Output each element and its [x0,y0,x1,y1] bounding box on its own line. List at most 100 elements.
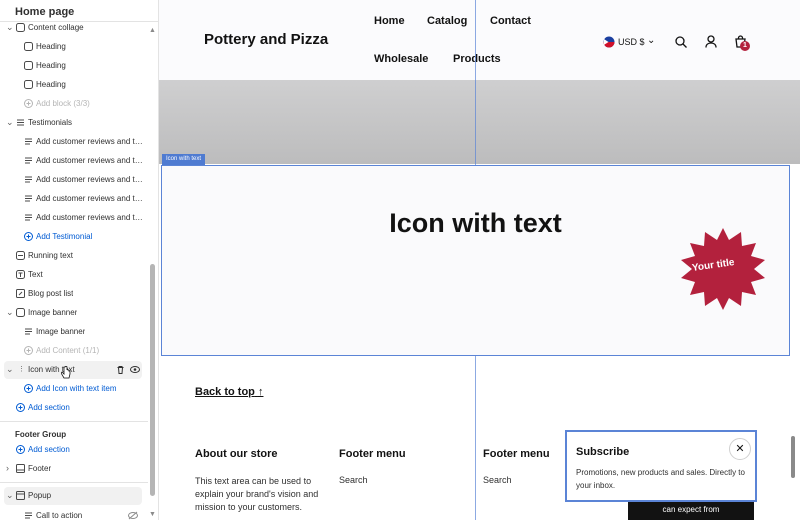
plus-circle-icon [16,403,25,412]
edit-icon [16,289,25,298]
text-lines-icon [25,157,32,164]
back-to-top-label: Back to top [195,386,255,398]
sidebar-item-running-text[interactable]: Running text [0,247,146,265]
text-lines-icon [25,138,32,145]
sidebar-block-call-to-action[interactable]: Call to action [0,507,146,520]
footer-search-link[interactable]: Search [483,474,512,487]
theme-preview: Pottery and Pizza Home Catalog Contact W… [159,0,800,520]
add-section-button[interactable]: Add section [0,399,146,417]
drag-handle-icon[interactable]: ⋮ [18,365,25,373]
sidebar-item-footer[interactable]: › Footer [0,460,146,478]
nav-link-catalog[interactable]: Catalog [427,15,467,27]
cart-count-badge: 1 [740,41,750,51]
sidebar-scrollbar[interactable] [150,264,155,496]
popup-cta-bar[interactable]: can expect from [628,502,754,520]
sidebar-block-review[interactable]: Add customer reviews and tes... [0,190,146,208]
image-icon [16,308,25,317]
sidebar-block-review[interactable]: Add customer reviews and tes... [0,133,146,151]
nav-link-home[interactable]: Home [374,15,405,27]
account-icon[interactable] [705,35,717,48]
sidebar-item-label: Add section [28,445,70,454]
sidebar-item-label: Add customer reviews and tes... [36,156,144,165]
sidebar-item-label: Popup [28,491,52,500]
sidebar-block-image-banner[interactable]: Image banner [0,323,146,341]
nav-link-contact[interactable]: Contact [490,15,531,27]
sidebar-item-image-banner[interactable]: ⌄ Image banner [0,304,146,322]
preview-scrollbar[interactable] [791,436,795,478]
close-icon[interactable]: ✕ [729,438,751,460]
back-to-top-link[interactable]: Back to top ↑ [195,386,263,398]
sidebar-block-heading[interactable]: Heading [0,38,146,56]
block-icon [24,80,33,89]
sidebar-item-text[interactable]: Text [0,266,146,284]
add-block-button: Add block (3/3) [0,95,146,113]
scroll-up-arrow-icon[interactable]: ▲ [149,27,156,34]
sidebar-item-label: Add customer reviews and tes... [36,213,144,222]
footer-about-text: This text area can be used to explain yo… [195,476,319,512]
popup-icon [16,491,25,500]
chevron-down-icon: ⌄ [647,35,656,46]
sidebar-block-heading[interactable]: Heading [0,57,146,75]
plus-circle-icon [24,232,33,241]
layout-icon [16,464,25,473]
sidebar-item-blog-post-list[interactable]: Blog post list [0,285,146,303]
sidebar-block-heading[interactable]: Heading [0,76,146,94]
sidebar-item-label: Add section [28,403,70,412]
popup-body: Promotions, new products and sales. Dire… [576,468,745,490]
sidebar-item-label: Add block (3/3) [36,99,90,108]
flag-icon [603,36,615,48]
chevron-down-icon[interactable]: ⌄ [6,22,14,33]
nav-link-products[interactable]: Products [453,53,501,65]
sidebar-item-label: Add Content (1/1) [36,346,100,355]
image-icon [16,23,25,32]
sidebar-item-label: Footer [28,464,52,473]
sidebar-block-review[interactable]: Add customer reviews and tes... [0,209,146,227]
sidebar-item-label: Add Icon with text item [36,384,117,393]
plus-circle-icon [24,346,33,355]
add-icon-with-text-item-button[interactable]: Add Icon with text item [0,380,146,398]
footer-add-section-button[interactable]: Add section [0,441,146,459]
sidebar-item-icon-with-text[interactable]: ⌄ ⋮ Icon with text [4,361,142,379]
image-banner[interactable] [159,33,800,164]
arrow-up-icon: ↑ [257,386,264,398]
text-lines-icon [25,328,32,335]
trash-icon[interactable] [116,365,125,374]
nav-link-wholesale[interactable]: Wholesale [374,53,428,65]
eye-icon[interactable] [130,365,140,374]
sidebar-item-label: Image banner [36,327,86,336]
search-icon[interactable] [675,36,687,48]
sidebar-item-label: Image banner [28,308,78,317]
footer-about-title: About our store [195,448,278,460]
sidebar-item-label: Add customer reviews and tes... [36,137,144,146]
add-testimonial-button[interactable]: Add Testimonial [0,228,146,246]
cta-text: can expect from [662,505,720,514]
page-title: Home page [15,6,75,18]
scroll-down-arrow-icon[interactable]: ▼ [149,511,156,518]
currency-selector[interactable]: USD $ ⌄ [603,35,661,49]
chevron-down-icon[interactable]: ⌄ [6,490,14,501]
sidebar-item-content-collage[interactable]: ⌄ Content collage [0,19,146,37]
chevron-right-icon[interactable]: › [6,463,9,473]
text-lines-icon [25,214,32,221]
list-icon [17,119,24,126]
text-lines-icon [25,512,32,519]
sidebar-item-testimonials[interactable]: ⌄ Testimonials [0,114,146,132]
sidebar-block-review[interactable]: Add customer reviews and tes... [0,171,146,189]
subscribe-popup[interactable]: Subscribe Promotions, new products and s… [565,430,757,502]
divider [0,421,148,422]
marquee-icon [16,251,25,260]
sidebar-item-label: Add customer reviews and tes... [36,194,144,203]
store-logo[interactable]: Pottery and Pizza [204,31,328,48]
chevron-down-icon[interactable]: ⌄ [6,364,14,375]
sidebar-item-label: Testimonials [28,118,73,127]
footer-menu-title: Footer menu [339,448,406,460]
sidebar-item-popup[interactable]: ⌄ Popup [4,487,142,505]
chevron-down-icon[interactable]: ⌄ [6,117,14,128]
footer-search-link[interactable]: Search [339,474,368,487]
sidebar-item-label: Text [28,270,43,279]
sidebar-item-label: Call to action [36,511,83,520]
eye-off-icon[interactable] [128,511,138,520]
hand-cursor-icon [61,366,71,379]
sidebar-block-review[interactable]: Add customer reviews and tes... [0,152,146,170]
chevron-down-icon[interactable]: ⌄ [6,307,14,318]
